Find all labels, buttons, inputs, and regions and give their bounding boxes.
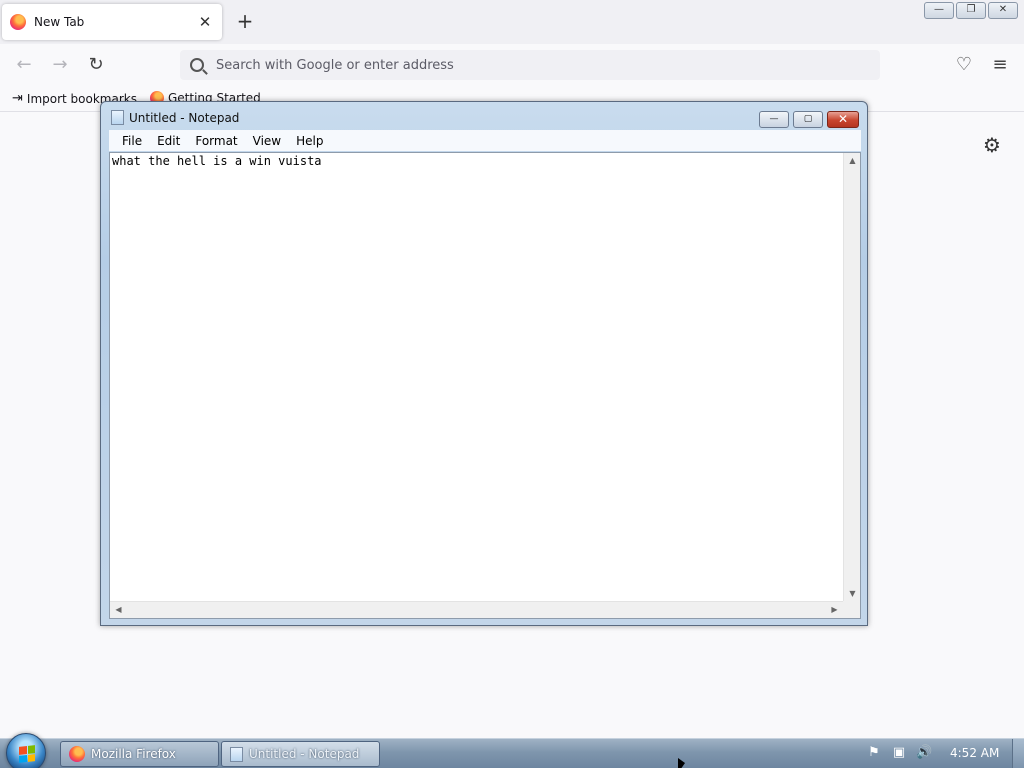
gear-icon[interactable]: ⚙ xyxy=(983,133,1001,157)
tab-title: New Tab xyxy=(34,15,85,29)
search-icon xyxy=(190,58,204,72)
taskbar-label: Untitled - Notepad xyxy=(249,747,360,761)
url-bar[interactable] xyxy=(180,50,880,80)
restore-button[interactable]: ❐ xyxy=(956,2,986,19)
close-button[interactable]: ✕ xyxy=(827,111,859,128)
app-menu-button[interactable]: ≡ xyxy=(989,54,1011,76)
horizontal-scrollbar[interactable]: ◀ ▶ xyxy=(110,601,843,618)
system-tray: ⚑ ▣ 🔊 xyxy=(866,745,932,761)
minimize-button[interactable]: — xyxy=(759,111,789,128)
back-button[interactable]: ← xyxy=(13,54,35,76)
windows-logo-icon xyxy=(19,745,35,763)
firefox-icon xyxy=(69,746,85,762)
window-title: Untitled - Notepad xyxy=(129,110,240,125)
volume-icon[interactable]: 🔊 xyxy=(916,745,932,761)
minimize-button[interactable]: — xyxy=(924,2,954,19)
notepad-icon xyxy=(111,110,124,125)
tab-new-tab[interactable]: New Tab ✕ xyxy=(2,4,222,40)
network-icon[interactable]: ▣ xyxy=(891,745,907,761)
notepad-window-controls: — ▢ ✕ xyxy=(759,111,859,128)
action-center-flag-icon[interactable]: ⚑ xyxy=(866,745,882,761)
close-button[interactable]: ✕ xyxy=(988,2,1018,19)
vertical-scrollbar[interactable]: ▲ ▼ xyxy=(843,153,860,601)
taskbar-notepad[interactable]: Untitled - Notepad xyxy=(221,741,380,767)
notepad-window: Untitled - Notepad — ▢ ✕ File Edit Forma… xyxy=(100,101,868,626)
forward-button[interactable]: → xyxy=(49,54,71,76)
text-editor[interactable]: what the hell is a win vuista ▲ ▼ ◀ ▶ xyxy=(109,152,861,619)
scroll-down-icon[interactable]: ▼ xyxy=(844,589,861,598)
taskbar-firefox[interactable]: Mozilla Firefox xyxy=(60,741,219,767)
menu-format[interactable]: Format xyxy=(188,134,244,148)
firefox-window-controls: — ❐ ✕ xyxy=(924,2,1018,19)
mouse-cursor-icon xyxy=(678,758,685,768)
new-tab-button[interactable]: + xyxy=(234,10,256,32)
start-button[interactable] xyxy=(6,733,46,768)
menu-edit[interactable]: Edit xyxy=(150,134,187,148)
resize-grip[interactable] xyxy=(843,601,860,618)
menu-help[interactable]: Help xyxy=(289,134,330,148)
firefox-nav-bar: ← → ↻ ♡ ≡ xyxy=(0,44,1024,86)
menu-file[interactable]: File xyxy=(115,134,149,148)
import-icon: ⇥ xyxy=(12,91,23,106)
scroll-left-icon[interactable]: ◀ xyxy=(110,605,127,614)
clock[interactable]: 4:52 AM xyxy=(950,746,999,760)
editor-text[interactable]: what the hell is a win vuista xyxy=(112,154,322,168)
scroll-up-icon[interactable]: ▲ xyxy=(844,156,861,165)
maximize-button[interactable]: ▢ xyxy=(793,111,823,128)
pocket-icon[interactable]: ♡ xyxy=(953,54,975,76)
show-desktop-button[interactable] xyxy=(1012,739,1024,768)
firefox-icon xyxy=(10,14,26,30)
taskbar: Mozilla Firefox Untitled - Notepad ⚑ ▣ 🔊… xyxy=(0,733,1024,768)
close-tab-icon[interactable]: ✕ xyxy=(196,13,214,31)
scroll-right-icon[interactable]: ▶ xyxy=(826,605,843,614)
notepad-title-bar: Untitled - Notepad xyxy=(111,110,239,125)
taskbar-label: Mozilla Firefox xyxy=(91,747,176,761)
notepad-icon xyxy=(230,746,243,762)
reload-button[interactable]: ↻ xyxy=(85,54,107,76)
notepad-menu-bar: File Edit Format View Help xyxy=(109,130,861,151)
menu-view[interactable]: View xyxy=(246,134,288,148)
address-input[interactable] xyxy=(216,57,816,73)
firefox-tab-bar: New Tab ✕ + — ❐ ✕ xyxy=(0,0,1024,44)
